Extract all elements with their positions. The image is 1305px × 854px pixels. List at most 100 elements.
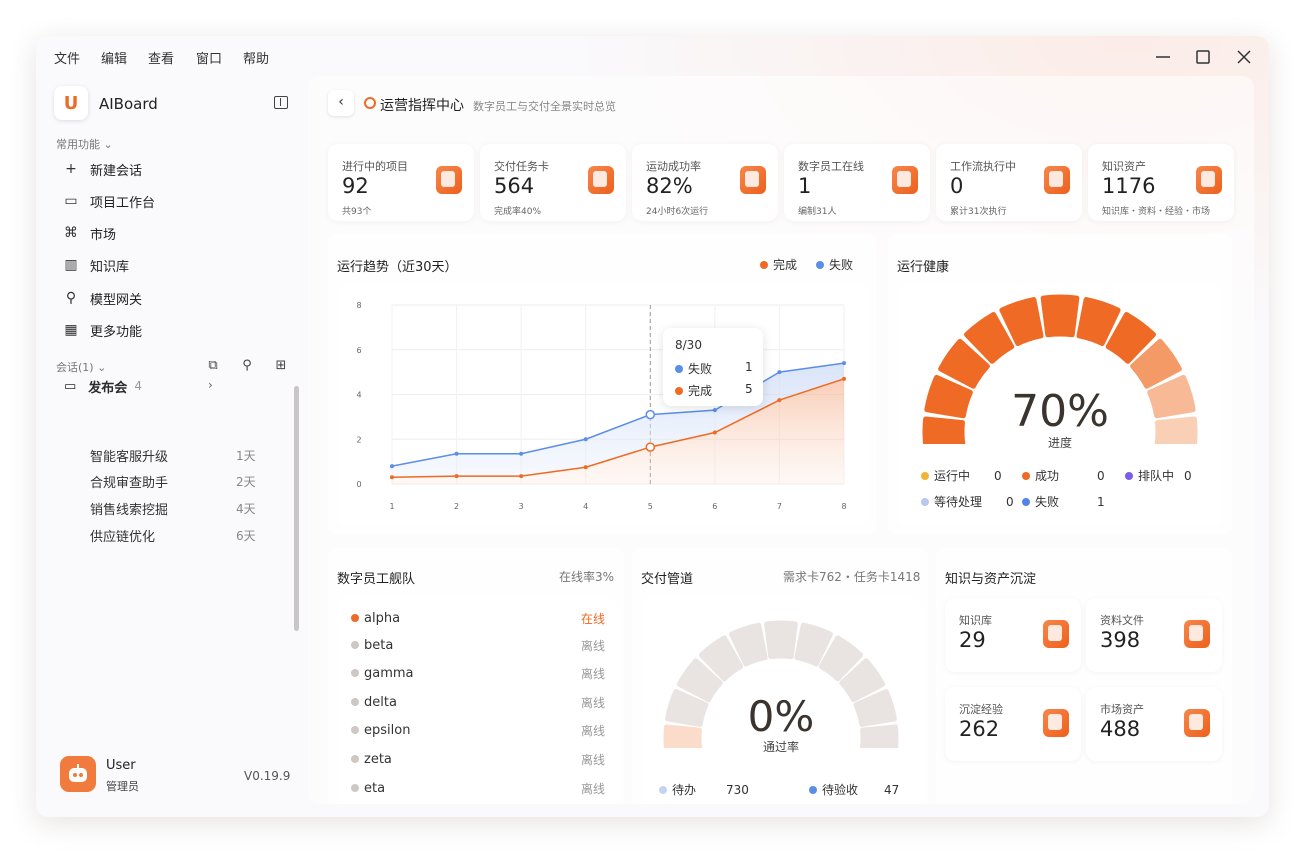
menu-file[interactable]: 文件 [54, 48, 80, 67]
legend-fail[interactable]: 失败 [816, 256, 853, 273]
health-legend-pending[interactable]: 等待处理 0 [921, 493, 1014, 510]
main-content: ‹ 运营指挥中心 数字员工与交付全景实时总览 进行中的项目 92 共93个 交付… [308, 76, 1254, 804]
sidebar-item-more[interactable]: ▦ 更多功能 [62, 318, 142, 342]
data-point-fail [842, 361, 846, 366]
app-window: 文件 编辑 查看 窗口 帮助 U AIBoard 常用功能 ⌄ + 新建会话 ▭ 项… [36, 36, 1269, 817]
pipeline-gauge-area: 0% 通过率 待办 730 待验收 47 [641, 598, 921, 804]
kpi-note: 完成率40% [494, 207, 542, 217]
section-sessions-label[interactable]: 会话(1) ⌄ [56, 359, 106, 375]
close-icon[interactable] [1233, 46, 1255, 68]
folder-icon: ▭ [64, 378, 77, 394]
sidebar-item-model-gateway[interactable]: ⚲ 模型网关 [62, 286, 142, 310]
asset-label: 资料文件 [1100, 614, 1144, 627]
sidebar-item-market[interactable]: ⌘ 市场 [62, 221, 116, 245]
legend-done[interactable]: 完成 [760, 256, 797, 273]
group-count: 4 [134, 379, 142, 393]
list-item[interactable]: epsilon 离线 [351, 720, 605, 740]
back-button[interactable]: ‹ [328, 90, 354, 116]
kpi-note: 累计31次执行 [950, 207, 1007, 217]
y-tick-label: 0 [356, 480, 361, 489]
asset-card-knowledge[interactable]: 知识库 29 [945, 598, 1081, 672]
session-item[interactable]: 合规审查助手 [90, 472, 168, 491]
health-legend-queued[interactable]: 排队中 0 [1125, 467, 1192, 484]
pipeline-legend-todo[interactable]: 待办 730 [659, 781, 749, 798]
fleet-panel: 数字员工舰队 在线率3% alpha 在线 beta 离线 gamma 离线 delt… [328, 548, 624, 804]
minimize-icon[interactable] [1152, 46, 1174, 68]
copy-icon[interactable]: ⧉ [206, 359, 220, 373]
asset-value: 488 [1100, 717, 1141, 741]
health-legend-success[interactable]: 成功 0 [1022, 467, 1105, 484]
sidebar-item-workbench[interactable]: ▭ 项目工作台 [62, 189, 155, 213]
trend-panel: 运行趋势（近30天） 完成 失败 0 2 4 6 8 1 2 3 4 5 6 7 8 8/30 失败 1… [328, 234, 876, 534]
trend-chart-area: 0 2 4 6 8 1 2 3 4 5 6 7 8 8/30 失败 1 完成 5 [337, 284, 869, 525]
dashboard-icon [364, 97, 376, 109]
health-legend-failed[interactable]: 失败 1 [1022, 493, 1105, 510]
trend-chart[interactable]: 0 2 4 6 8 1 2 3 4 5 6 7 8 [337, 284, 869, 525]
data-point-done [519, 474, 524, 479]
health-legend-running[interactable]: 运行中 0 [921, 467, 1002, 484]
section-common-label[interactable]: 常用功能 ⌄ [56, 136, 113, 152]
data-point-done [454, 474, 459, 479]
kpi-card-tasks[interactable]: 交付任务卡 564 完成率40% [480, 144, 626, 221]
list-item[interactable]: delta 离线 [351, 692, 605, 712]
page-subtitle: 数字员工与交付全景实时总览 [473, 100, 616, 113]
kpi-card-workflows[interactable]: 工作流执行中 0 累计31次执行 [936, 144, 1082, 221]
pipeline-title: 交付管道 [641, 572, 694, 587]
new-folder-icon[interactable]: ⊞ [274, 359, 288, 373]
kpi-value: 564 [494, 174, 535, 198]
kpi-label: 工作流执行中 [950, 160, 1016, 173]
sidebar-scrollbar[interactable] [294, 386, 299, 631]
list-item[interactable]: eta 离线 [351, 778, 605, 798]
health-segment [1040, 294, 1080, 338]
sidebar-item-new-chat[interactable]: + 新建会话 [62, 157, 142, 181]
kpi-card-knowledge-assets[interactable]: 知识资产 1176 知识库・资料・经验・市场 [1088, 144, 1234, 221]
data-point-done [842, 376, 846, 381]
kpi-card-success-rate[interactable]: 运动成功率 82% 24小时6次运行 [632, 144, 778, 221]
menu-view[interactable]: 查看 [148, 48, 174, 67]
folder-play-icon [436, 166, 462, 194]
sidebar-item-label: 模型网关 [90, 292, 143, 308]
maximize-icon[interactable] [1192, 46, 1214, 68]
avatar[interactable] [60, 756, 96, 792]
user-card-icon [892, 166, 918, 194]
pipeline-percent: 0% [747, 692, 815, 741]
data-point-fail [645, 409, 656, 420]
kpi-label: 交付任务卡 [494, 160, 549, 173]
task-card-icon [588, 166, 614, 194]
menu-help[interactable]: 帮助 [243, 48, 269, 67]
sidebar-collapse-icon[interactable] [274, 96, 288, 109]
x-tick-label: 2 [454, 502, 459, 511]
kpi-value: 0 [950, 174, 964, 198]
fleet-list: alpha 在线 beta 离线 gamma 离线 delta 离线 epsilon 离线… [337, 598, 617, 804]
app-logo-icon: U [54, 86, 88, 120]
books-icon: ▥ [64, 257, 78, 273]
menu-edit[interactable]: 编辑 [101, 48, 127, 67]
kpi-value: 92 [342, 174, 369, 198]
pipeline-legend-review[interactable]: 待验收 47 [809, 781, 899, 798]
sidebar: U AIBoard 常用功能 ⌄ + 新建会话 ▭ 项目工作台 ⌘ 市场 ▥ 知识库 ⚲… [36, 76, 304, 817]
list-item[interactable]: gamma 离线 [351, 663, 605, 683]
asset-card-files[interactable]: 资料文件 398 [1086, 598, 1222, 672]
asset-card-market[interactable]: 市场资产 488 [1086, 687, 1222, 761]
asset-card-experience[interactable]: 沉淀经验 262 [945, 687, 1081, 761]
list-item[interactable]: alpha 在线 [351, 608, 605, 628]
list-item[interactable]: zeta 离线 [351, 749, 605, 769]
data-point-done [390, 475, 394, 480]
pipeline-summary: 需求卡762・任务卡1418 [783, 570, 921, 584]
chevron-right-icon[interactable]: › [208, 378, 213, 392]
kpi-card-projects[interactable]: 进行中的项目 92 共93个 [328, 144, 474, 221]
page-title: 运营指挥中心 [380, 98, 464, 114]
session-item[interactable]: 供应链优化 [90, 526, 155, 545]
session-item[interactable]: 智能客服升级 [90, 446, 168, 465]
search-icon[interactable]: ⚲ [240, 359, 254, 373]
menu-window[interactable]: 窗口 [196, 48, 222, 67]
session-group[interactable]: ▭ 发布会 4 [64, 375, 224, 397]
tooltip-done-value: 5 [745, 382, 753, 396]
kpi-card-employees[interactable]: 数字员工在线 1 编制31人 [784, 144, 930, 221]
session-item[interactable]: 销售线索挖掘 [90, 499, 168, 518]
grid-icon: ▦ [64, 322, 78, 338]
list-item[interactable]: beta 离线 [351, 635, 605, 655]
health-caption: 进度 [1047, 436, 1072, 450]
sidebar-item-knowledge[interactable]: ▥ 知识库 [62, 253, 129, 277]
x-tick-label: 1 [389, 502, 394, 511]
